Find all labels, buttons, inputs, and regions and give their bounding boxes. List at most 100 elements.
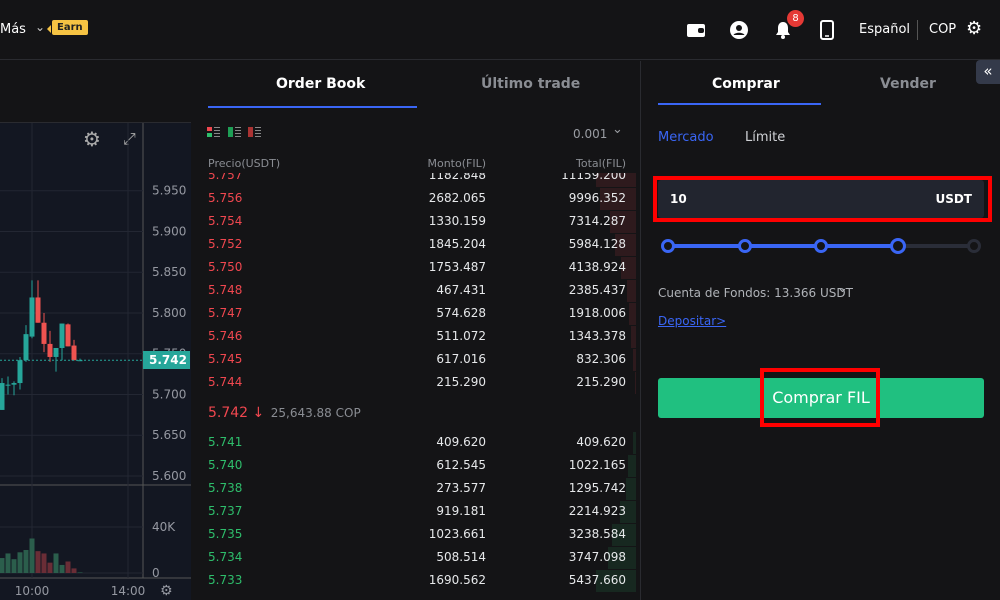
chevron-down-icon[interactable]: ⌄: [837, 281, 848, 296]
tab-buy[interactable]: Comprar: [712, 76, 780, 92]
header-amount: Monto(FIL): [427, 157, 486, 170]
volume-bar: [53, 553, 59, 573]
bid-amount: 409.620: [436, 435, 486, 449]
bid-row[interactable]: 5.734 508.514 3747.098: [208, 547, 636, 569]
time-tick: 10:00: [15, 584, 50, 598]
bid-total: 1295.742: [568, 481, 626, 495]
bid-total: 5437.660: [568, 573, 626, 587]
bid-price: 5.740: [208, 458, 243, 472]
candle-body: [65, 324, 71, 347]
ask-price: 5.744: [208, 375, 243, 389]
language-selector[interactable]: Español: [859, 22, 910, 37]
bid-total: 3238.584: [568, 527, 626, 541]
active-tab-underline: [658, 103, 821, 105]
ask-row[interactable]: 5.754 1330.159 7314.287: [208, 211, 636, 233]
ask-row[interactable]: 5.747 574.628 1918.006: [208, 303, 636, 325]
ask-total: 4138.924: [568, 260, 626, 274]
order-type-market[interactable]: Mercado: [658, 130, 714, 145]
deposit-link[interactable]: Depositar>: [658, 314, 726, 328]
candle-body: [41, 322, 47, 344]
ask-total: 5984.128: [568, 237, 626, 251]
candle-body: [35, 297, 41, 323]
tab-order-book[interactable]: Order Book: [276, 76, 365, 92]
bid-row[interactable]: 5.738 273.577 1295.742: [208, 478, 636, 500]
candle-body: [23, 334, 29, 361]
ask-total: 832.306: [576, 352, 626, 366]
ask-row[interactable]: 5.745 617.016 832.306: [208, 349, 636, 371]
price-tick: 5.800: [152, 306, 186, 320]
volume-bar: [71, 568, 77, 573]
ask-total: 2385.437: [568, 283, 626, 297]
order-type-limit[interactable]: Límite: [745, 130, 785, 145]
bid-row[interactable]: 5.733 1690.562 5437.660: [208, 570, 636, 592]
slider-step-50[interactable]: [814, 239, 828, 253]
earn-badge[interactable]: Earn: [47, 20, 88, 35]
view-bids-icon[interactable]: [228, 127, 242, 137]
candle-body: [29, 297, 35, 337]
bid-row[interactable]: 5.740 612.545 1022.165: [208, 455, 636, 477]
depth-bar: [635, 372, 636, 394]
ask-row[interactable]: 5.744 215.290 215.290: [208, 372, 636, 394]
bid-amount: 919.181: [436, 504, 486, 518]
bid-total: 2214.923: [568, 504, 626, 518]
ask-row[interactable]: 5.752 1845.204 5984.128: [208, 234, 636, 256]
volume-bar: [35, 551, 41, 573]
ask-row[interactable]: 5.748 467.431 2385.437: [208, 280, 636, 302]
mid-price-value: 5.742: [208, 405, 249, 421]
ask-amount: 215.290: [436, 375, 486, 389]
user-icon[interactable]: [729, 20, 749, 40]
bid-row[interactable]: 5.737 919.181 2214.923: [208, 501, 636, 523]
candle-body: [11, 383, 17, 385]
highlight-box: [653, 176, 992, 222]
volume-bar: [11, 559, 17, 573]
candle-body: [5, 384, 11, 386]
nav-more[interactable]: Más: [0, 22, 26, 37]
bid-row[interactable]: 5.741 409.620 409.620: [208, 432, 636, 454]
collapse-panel-icon[interactable]: «: [976, 60, 1000, 84]
view-both-icon[interactable]: [207, 127, 221, 137]
chevron-down-icon[interactable]: ⌄: [612, 122, 623, 137]
price-tick: 5.850: [152, 265, 186, 279]
candle-body: [53, 347, 59, 357]
funding-balance: Cuenta de Fondos: 13.366 USDT: [658, 286, 853, 300]
slider-step-100[interactable]: [967, 239, 981, 253]
view-asks-icon[interactable]: [248, 127, 262, 137]
precision-selector[interactable]: 0.001: [573, 127, 607, 141]
divider: [917, 20, 918, 40]
volume-bar: [23, 550, 29, 573]
ask-price: 5.752: [208, 237, 243, 251]
price-tick: 5.650: [152, 428, 186, 442]
bid-amount: 1023.661: [428, 527, 486, 541]
ask-price: 5.750: [208, 260, 243, 274]
mobile-icon[interactable]: [817, 20, 837, 40]
volume-tick: 40K: [152, 520, 176, 534]
candle-body: [59, 323, 65, 348]
amount-slider-fill: [668, 244, 898, 248]
ask-price: 5.747: [208, 306, 243, 320]
slider-step-25[interactable]: [737, 239, 752, 253]
tab-last-trade[interactable]: Último trade: [481, 76, 580, 92]
candle-body: [71, 345, 77, 361]
volume-bar: [29, 538, 35, 573]
bid-amount: 612.545: [436, 458, 486, 472]
ask-price: 5.754: [208, 214, 243, 228]
ask-amount: 511.072: [436, 329, 486, 343]
slider-step-75[interactable]: [889, 238, 906, 254]
active-tab-underline: [208, 106, 417, 108]
volume-bar: [41, 553, 47, 573]
depth-bar: [628, 455, 636, 477]
bid-row[interactable]: 5.735 1023.661 3238.584: [208, 524, 636, 546]
ask-row[interactable]: 5.746 511.072 1343.378: [208, 326, 636, 348]
ask-amount: 467.431: [436, 283, 486, 297]
header-price: Precio(USDT): [208, 157, 281, 170]
gear-icon[interactable]: ⚙: [966, 18, 982, 39]
tab-sell[interactable]: Vender: [880, 76, 936, 92]
slider-step-0[interactable]: [661, 239, 675, 253]
ask-amount: 1330.159: [428, 214, 486, 228]
wallet-icon[interactable]: [686, 20, 706, 40]
ask-amount: 574.628: [436, 306, 486, 320]
currency-selector[interactable]: COP: [929, 22, 956, 37]
chevron-down-icon[interactable]: ⌄: [35, 20, 45, 34]
ask-row[interactable]: 5.750 1753.487 4138.924: [208, 257, 636, 279]
ask-row[interactable]: 5.756 2682.065 9996.352: [208, 188, 636, 210]
